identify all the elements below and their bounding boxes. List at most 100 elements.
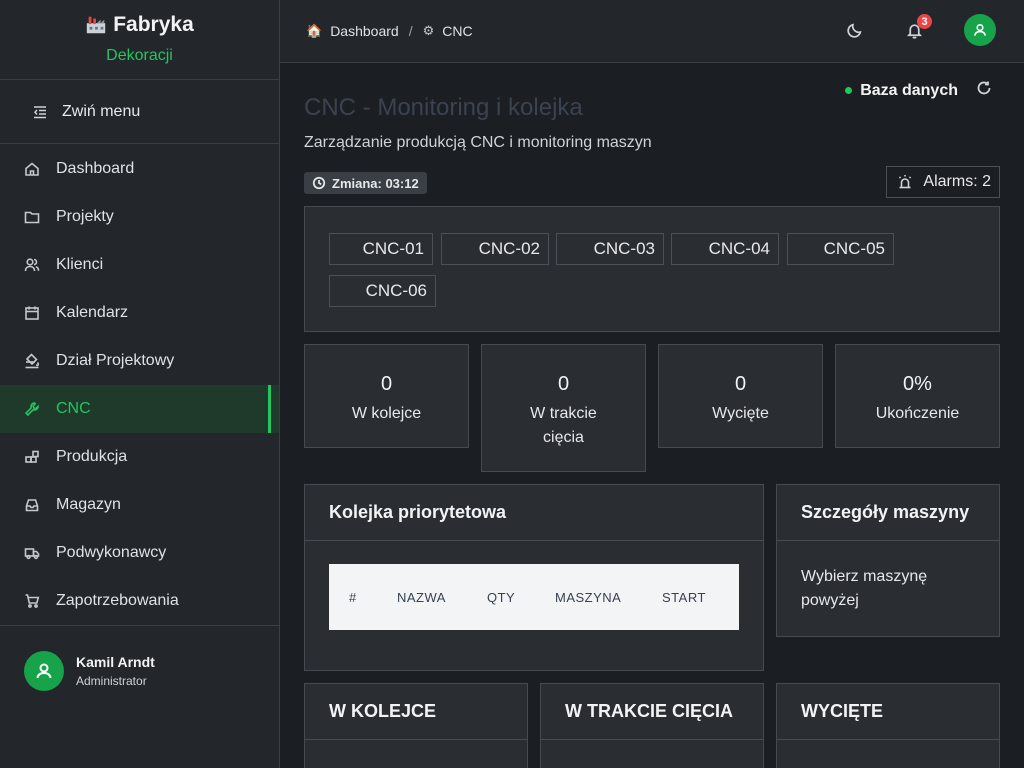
refresh-button[interactable] bbox=[966, 80, 992, 101]
stat-card-cutting: 0 W trakcie cięcia bbox=[481, 344, 646, 472]
theme-toggle-button[interactable] bbox=[844, 20, 864, 40]
sidebar-item-dashboard[interactable]: Dashboard bbox=[0, 145, 279, 193]
alarms-button[interactable]: Alarms: 2 bbox=[886, 166, 1000, 198]
home-icon bbox=[25, 162, 39, 176]
notifications-button[interactable]: 3 bbox=[904, 14, 932, 40]
machine-details-title: Szczegóły maszyny bbox=[777, 485, 999, 541]
sidebar-item-cnc[interactable]: CNC bbox=[0, 385, 279, 433]
sidebar-item-label: Zapotrzebowania bbox=[56, 592, 179, 609]
refresh-icon bbox=[977, 81, 991, 95]
gear-icon: ⚙ bbox=[422, 23, 435, 38]
sidebar-item-label: Podwykonawcy bbox=[56, 544, 167, 561]
database-status-label: Baza danych bbox=[860, 81, 958, 99]
machine-details-panel: Szczegóły maszyny Wybierz maszynę powyże… bbox=[776, 484, 1000, 637]
cart-icon bbox=[25, 594, 40, 608]
user-name: Kamil Arndt bbox=[76, 653, 155, 670]
priority-queue-title: Kolejka priorytetowa bbox=[305, 485, 763, 541]
sidebar-item-label: Kalendarz bbox=[56, 304, 129, 321]
machine-details-placeholder: Wybierz maszynę powyżej bbox=[801, 568, 928, 609]
stat-label: W trakcie cięcia bbox=[530, 405, 597, 446]
kanban-column-title: W TRAKCIE CIĘCIA bbox=[541, 684, 763, 740]
brand: Fabryka Dekoracji bbox=[0, 0, 279, 80]
stat-value: 0 bbox=[557, 373, 570, 395]
kanban-column-title: W KOLEJCE bbox=[305, 684, 527, 740]
stat-card-completion: 0% Ukończenie bbox=[835, 344, 1000, 448]
user-icon bbox=[36, 663, 52, 678]
sidebar-item-label: Produkcja bbox=[56, 448, 128, 465]
stat-card-queued: 0 W kolejce bbox=[304, 344, 469, 448]
breadcrumb-separator: / bbox=[408, 23, 413, 39]
calendar-icon bbox=[25, 306, 39, 320]
top-header: 🏠 Dashboard / ⚙ CNC 3 bbox=[280, 0, 1024, 63]
column-header-name: NAZWA bbox=[397, 589, 446, 605]
sidebar-item-zapotrzebowania[interactable]: Zapotrzebowania bbox=[0, 577, 279, 625]
machine-chip[interactable]: CNC-03 bbox=[556, 233, 664, 265]
stat-label: W kolejce bbox=[351, 405, 422, 422]
sidebar-item-label: Klienci bbox=[56, 256, 104, 273]
siren-icon bbox=[899, 175, 912, 189]
page-title: CNC - Monitoring i kolejka bbox=[304, 94, 583, 121]
machine-chip[interactable]: CNC-04 bbox=[671, 233, 779, 265]
folder-icon bbox=[24, 211, 40, 224]
stat-value: 0 bbox=[380, 373, 393, 395]
header-avatar[interactable] bbox=[964, 14, 996, 46]
users-icon bbox=[24, 258, 40, 272]
moon-icon bbox=[846, 23, 861, 38]
collapse-icon bbox=[33, 105, 46, 118]
notification-badge: 3 bbox=[917, 14, 932, 29]
queue-table-header: # NAZWA QTY MASZYNA START bbox=[329, 564, 739, 630]
sidebar-item-magazyn[interactable]: Magazyn bbox=[0, 481, 279, 529]
sidebar-item-produkcja[interactable]: Produkcja bbox=[0, 433, 279, 481]
machine-chip[interactable]: CNC-06 bbox=[329, 275, 436, 307]
inbox-icon bbox=[25, 499, 39, 512]
kanban-column-cutting: W TRAKCIE CIĘCIA bbox=[540, 683, 764, 768]
header-actions: 3 bbox=[844, 14, 996, 46]
sidebar-item-klienci[interactable]: Klienci bbox=[0, 241, 279, 289]
column-header-index: # bbox=[349, 589, 357, 605]
stat-label: Wycięte bbox=[712, 405, 769, 422]
sidebar-item-dzial-projektowy[interactable]: Dział Projektowy bbox=[0, 337, 279, 385]
breadcrumb-dashboard[interactable]: Dashboard bbox=[330, 23, 399, 39]
column-header-qty: QTY bbox=[487, 589, 516, 605]
sidebar-item-projekty[interactable]: Projekty bbox=[0, 193, 279, 241]
avatar bbox=[24, 650, 64, 691]
sidebar-item-kalendarz[interactable]: Kalendarz bbox=[0, 289, 279, 337]
paint-bucket-icon bbox=[25, 353, 40, 369]
kanban-column-cut: WYCIĘTE bbox=[776, 683, 1000, 768]
machine-selector-panel: CNC-01 CNC-02 CNC-03 CNC-04 CNC-05 CNC-0… bbox=[304, 206, 1000, 332]
user-profile[interactable]: Kamil Arndt Administrator bbox=[0, 625, 279, 715]
user-icon bbox=[974, 24, 986, 36]
brand-title: Fabryka bbox=[85, 13, 194, 37]
sidebar-item-label: Magazyn bbox=[56, 496, 121, 513]
stat-card-cut: 0 Wycięte bbox=[658, 344, 823, 448]
wrench-icon bbox=[24, 402, 39, 417]
house-icon: 🏠 bbox=[306, 23, 323, 38]
stat-value: 0% bbox=[903, 373, 932, 395]
sidebar-item-label: Dashboard bbox=[56, 160, 135, 177]
machine-chip[interactable]: CNC-01 bbox=[329, 233, 433, 265]
breadcrumb: 🏠 Dashboard / ⚙ CNC bbox=[306, 23, 473, 39]
collapse-menu-button[interactable]: Zwiń menu bbox=[0, 80, 279, 144]
machine-chip[interactable]: CNC-02 bbox=[441, 233, 549, 265]
breadcrumb-current: CNC bbox=[442, 23, 473, 39]
shift-timer-badge: Zmiana: 03:12 bbox=[304, 172, 427, 194]
column-header-machine: MASZYNA bbox=[555, 589, 622, 605]
column-header-start: START bbox=[662, 589, 706, 605]
clock-icon bbox=[312, 176, 326, 190]
sidebar-item-label: CNC bbox=[56, 400, 91, 417]
brand-name: Fabryka bbox=[113, 13, 194, 36]
status-dot bbox=[845, 87, 853, 94]
priority-queue-panel: Kolejka priorytetowa # NAZWA QTY MASZYNA… bbox=[304, 484, 764, 671]
user-role: Administrator bbox=[76, 673, 147, 688]
sidebar: Fabryka Dekoracji Zwiń menu Dashboard Pr… bbox=[0, 0, 280, 768]
alarms-label: Alarms: 2 bbox=[923, 173, 991, 190]
truck-icon bbox=[24, 548, 40, 560]
stat-value: 0 bbox=[734, 373, 747, 395]
shift-timer-label: Zmiana: 03:12 bbox=[332, 175, 419, 191]
page-subtitle: Zarządzanie produkcją CNC i monitoring m… bbox=[304, 134, 652, 151]
machine-chip[interactable]: CNC-05 bbox=[787, 233, 894, 265]
sidebar-item-label: Dział Projektowy bbox=[56, 352, 175, 369]
stat-label: Ukończenie bbox=[875, 405, 960, 422]
sidebar-item-podwykonawcy[interactable]: Podwykonawcy bbox=[0, 529, 279, 577]
sidebar-item-label: Projekty bbox=[56, 208, 114, 225]
